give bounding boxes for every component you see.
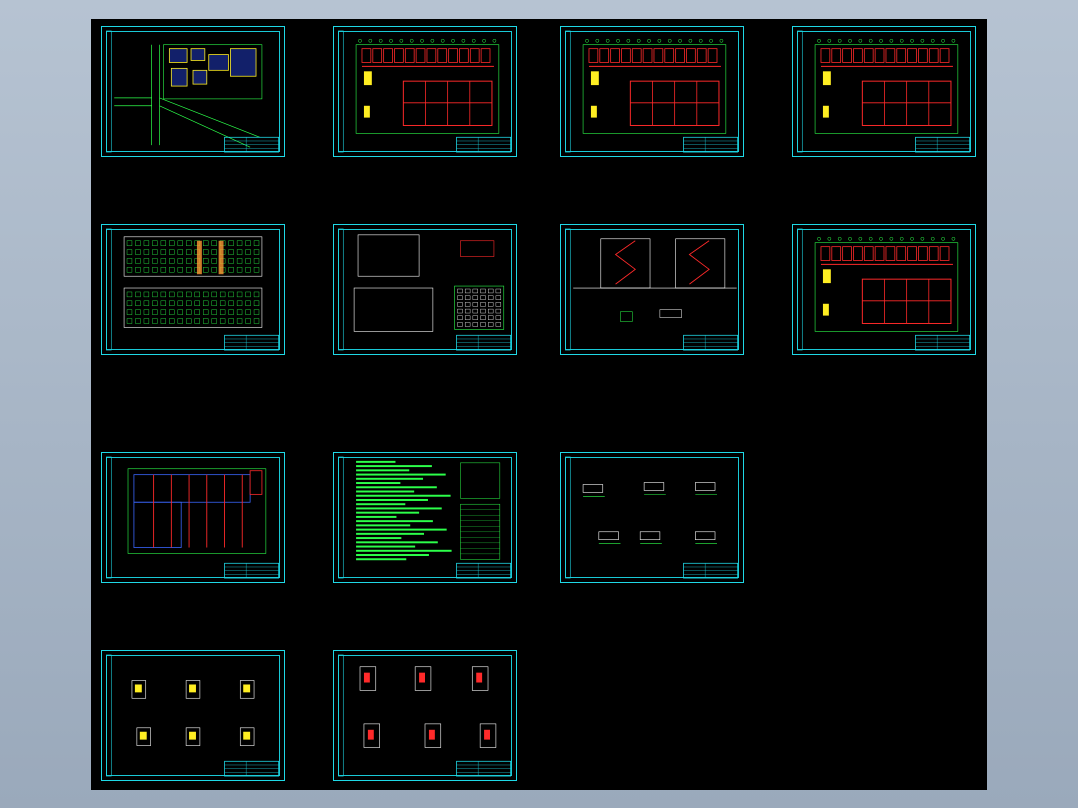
sheet-sections[interactable] — [560, 224, 744, 355]
sheet-node-details-3[interactable] — [333, 650, 517, 781]
sheet-drawing — [338, 30, 512, 153]
sheet-drawing — [106, 654, 280, 777]
sheet-front-rear-elevations[interactable] — [101, 224, 285, 355]
sheet-second-floor-plan[interactable] — [560, 26, 744, 157]
sheet-drawing — [338, 654, 512, 777]
drawing-canvas[interactable] — [91, 19, 987, 790]
sheet-ground-floor-plan[interactable] — [333, 26, 517, 157]
sheet-drawing — [797, 228, 971, 351]
sheet-node-details-1[interactable] — [560, 452, 744, 583]
sheet-side-elevations[interactable] — [333, 224, 517, 355]
sheet-site-plan[interactable] — [101, 26, 285, 157]
sheet-drawing — [338, 456, 512, 579]
sheet-drawing — [106, 228, 280, 351]
sheet-third-floor-plan[interactable] — [792, 26, 976, 157]
sheet-roof-plan[interactable] — [101, 452, 285, 583]
sheet-drawing — [797, 30, 971, 153]
sheet-design-notes[interactable] — [333, 452, 517, 583]
sheet-node-details-2[interactable] — [101, 650, 285, 781]
sheet-drawing — [106, 30, 280, 153]
sheet-drawing — [565, 456, 739, 579]
sheet-drawing — [565, 30, 739, 153]
sheet-drawing — [338, 228, 512, 351]
sheet-drawing — [565, 228, 739, 351]
sheet-fourth-floor-plan[interactable] — [792, 224, 976, 355]
sheet-drawing — [106, 456, 280, 579]
